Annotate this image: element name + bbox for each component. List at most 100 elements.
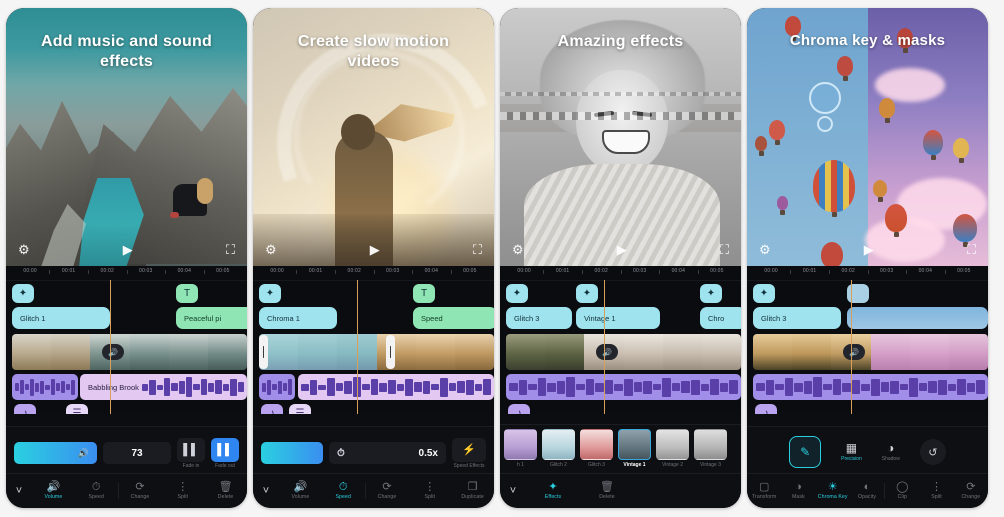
audio-levels-icon[interactable]: ☰	[289, 404, 311, 414]
speed-slider[interactable]	[261, 442, 323, 464]
reset-icon[interactable]: ↺	[919, 439, 946, 465]
effect-clip[interactable]: Glitch 3	[753, 307, 841, 329]
mute-icon[interactable]: 🔊	[596, 344, 618, 360]
nav-split[interactable]: ⋮ Split	[919, 482, 953, 501]
effect-clip[interactable]: Chroma 1	[259, 307, 337, 329]
gear-icon[interactable]: ⚙	[759, 243, 771, 256]
timeline[interactable]: 00:00 00:01 00:02 00:03 00:04 00:05 ✦ ✦ …	[500, 266, 741, 414]
mute-icon[interactable]: 🔊	[843, 344, 865, 360]
nav-chroma-key[interactable]: ☀ Chroma Key	[816, 482, 850, 501]
fullscreen-icon[interactable]: ⛶	[226, 243, 235, 256]
nav-volume[interactable]: 🔊 Volume	[32, 482, 75, 501]
nav-mask[interactable]: ◑ Mask	[781, 482, 815, 501]
playhead[interactable]	[356, 280, 359, 414]
nav-change[interactable]: ⟳ Change	[119, 482, 162, 501]
audio-clip[interactable]	[298, 374, 494, 400]
effect-clip-row[interactable]: Chroma 1 Speed	[253, 307, 494, 331]
nav-effects[interactable]: ✦ Effects	[526, 482, 580, 501]
nav-split[interactable]: ⋮ Split	[161, 482, 204, 501]
text-icon[interactable]: T	[413, 284, 435, 303]
music-note-icon[interactable]: ♪	[508, 404, 530, 414]
effect-clip[interactable]: Chro	[700, 307, 741, 329]
gear-icon[interactable]: ⚙	[265, 243, 277, 256]
video-track[interactable]	[753, 334, 988, 370]
play-icon[interactable]: ▶	[864, 243, 874, 256]
fade-in-button[interactable]: ▌▌	[177, 437, 205, 462]
music-note-icon[interactable]: ♪	[755, 404, 777, 414]
audio-clip[interactable]	[753, 374, 988, 400]
overlay-clip[interactable]	[847, 307, 988, 329]
music-note-icon[interactable]: ♪	[261, 404, 283, 414]
collapse-chevron-icon[interactable]: ˅	[6, 485, 32, 497]
nav-clip[interactable]: ◯ Clip	[885, 482, 919, 501]
nav-speed[interactable]: ⏱ Speed	[75, 482, 118, 501]
effect-clip[interactable]: Peaceful pi	[176, 307, 247, 329]
eyedropper-icon[interactable]: ✎	[789, 436, 822, 468]
video-track[interactable]	[259, 334, 494, 370]
video-preview[interactable]: Add music and sound effects ⚙ ▶ ⛶	[6, 8, 247, 266]
effect-clip[interactable]: Speed	[413, 307, 494, 329]
precision-control[interactable]: ▦ Precision	[841, 442, 862, 462]
video-preview[interactable]: Amazing effects ⚙ ▶ ⛶	[500, 8, 741, 266]
effect-clip[interactable]: Vintage 1	[576, 307, 660, 329]
nav-volume[interactable]: 🔊 Volume	[279, 482, 322, 501]
effect-item[interactable]: Vintage 3	[694, 429, 727, 468]
timeline[interactable]: 00:00 00:01 00:02 00:03 00:04 00:05 ✦ T …	[6, 266, 247, 414]
text-icon[interactable]: T	[176, 284, 198, 303]
magic-wand-icon[interactable]: ✦	[576, 284, 598, 303]
collapse-chevron-icon[interactable]: ˅	[253, 485, 279, 497]
nav-split[interactable]: ⋮ Split	[408, 482, 451, 501]
audio-levels-icon[interactable]: ☰	[66, 404, 88, 414]
effect-clip-row[interactable]: Glitch 3 Vintage 1 Chro	[500, 307, 741, 331]
gear-icon[interactable]: ⚙	[512, 243, 524, 256]
audio-clip[interactable]	[12, 374, 78, 400]
magic-wand-icon[interactable]: ✦	[259, 284, 281, 303]
trim-handle-left[interactable]	[259, 335, 268, 369]
magic-wand-icon[interactable]: ✦	[700, 284, 722, 303]
effect-item[interactable]: Vintage 2	[656, 429, 689, 468]
play-icon[interactable]: ▶	[370, 243, 380, 256]
fullscreen-icon[interactable]: ⛶	[720, 243, 729, 256]
shadow-control[interactable]: ◑ Shadow	[882, 442, 900, 462]
music-note-icon[interactable]: ♪	[14, 404, 36, 414]
video-preview[interactable]: Chroma key & masks ⚙ ▶ ⛶	[747, 8, 988, 266]
volume-slider[interactable]: 🔊	[14, 442, 97, 464]
effect-item[interactable]: h 1	[504, 429, 537, 468]
audio-clip[interactable]	[259, 374, 295, 400]
magic-wand-icon[interactable]: ✦	[753, 284, 775, 303]
nav-change[interactable]: ⟳ Change	[954, 482, 988, 501]
effect-item[interactable]: Glitch 2	[542, 429, 575, 468]
fullscreen-icon[interactable]: ⛶	[967, 243, 976, 256]
audio-clip[interactable]	[506, 374, 741, 400]
nav-speed[interactable]: ⏱ Speed	[322, 482, 365, 501]
trim-handle-right[interactable]	[386, 335, 395, 369]
play-icon[interactable]: ▶	[123, 243, 133, 256]
video-track[interactable]	[506, 334, 741, 370]
video-track[interactable]	[12, 334, 247, 370]
gear-icon[interactable]: ⚙	[18, 243, 30, 256]
nav-duplicate[interactable]: ❐ Duplicate	[451, 482, 494, 501]
effect-clip[interactable]: Glitch 3	[506, 307, 572, 329]
fade-out-button[interactable]: ▌▌	[211, 437, 239, 462]
playhead[interactable]	[603, 280, 606, 414]
timeline[interactable]: 00:00 00:01 00:02 00:03 00:04 00:05 ✦ T …	[253, 266, 494, 414]
effect-item-selected[interactable]: Vintage 1	[618, 429, 651, 468]
playhead[interactable]	[109, 280, 112, 414]
overlay-clip-row[interactable]: Glitch 3	[747, 307, 988, 331]
playhead[interactable]	[850, 280, 853, 414]
effects-strip[interactable]: h 1 Glitch 2 Glitch 3 Vintage 1 Vintage …	[500, 425, 741, 473]
color-picker-dot-icon[interactable]	[817, 116, 833, 132]
video-preview[interactable]: Create slow motion videos ⚙ ▶ ⛶	[253, 8, 494, 266]
nav-transform[interactable]: ▢ Transform	[747, 482, 781, 501]
effect-clip[interactable]: Glitch 1	[12, 307, 110, 329]
magic-wand-icon[interactable]: ✦	[12, 284, 34, 303]
fullscreen-icon[interactable]: ⛶	[473, 243, 482, 256]
effect-item[interactable]: Glitch 3	[580, 429, 613, 468]
magic-wand-icon[interactable]: ✦	[506, 284, 528, 303]
timeline[interactable]: 00:00 00:01 00:02 00:03 00:04 00:05 ✦ Gl…	[747, 266, 988, 414]
nav-change[interactable]: ⟳ Change	[366, 482, 409, 501]
speed-effects-button[interactable]: ⚡	[452, 437, 486, 462]
audio-clip-named[interactable]: Babbling Brook	[80, 374, 247, 400]
effect-clip-row[interactable]: Glitch 1 Peaceful pi	[6, 307, 247, 331]
nav-opacity[interactable]: ◐ Opacity	[850, 482, 884, 501]
